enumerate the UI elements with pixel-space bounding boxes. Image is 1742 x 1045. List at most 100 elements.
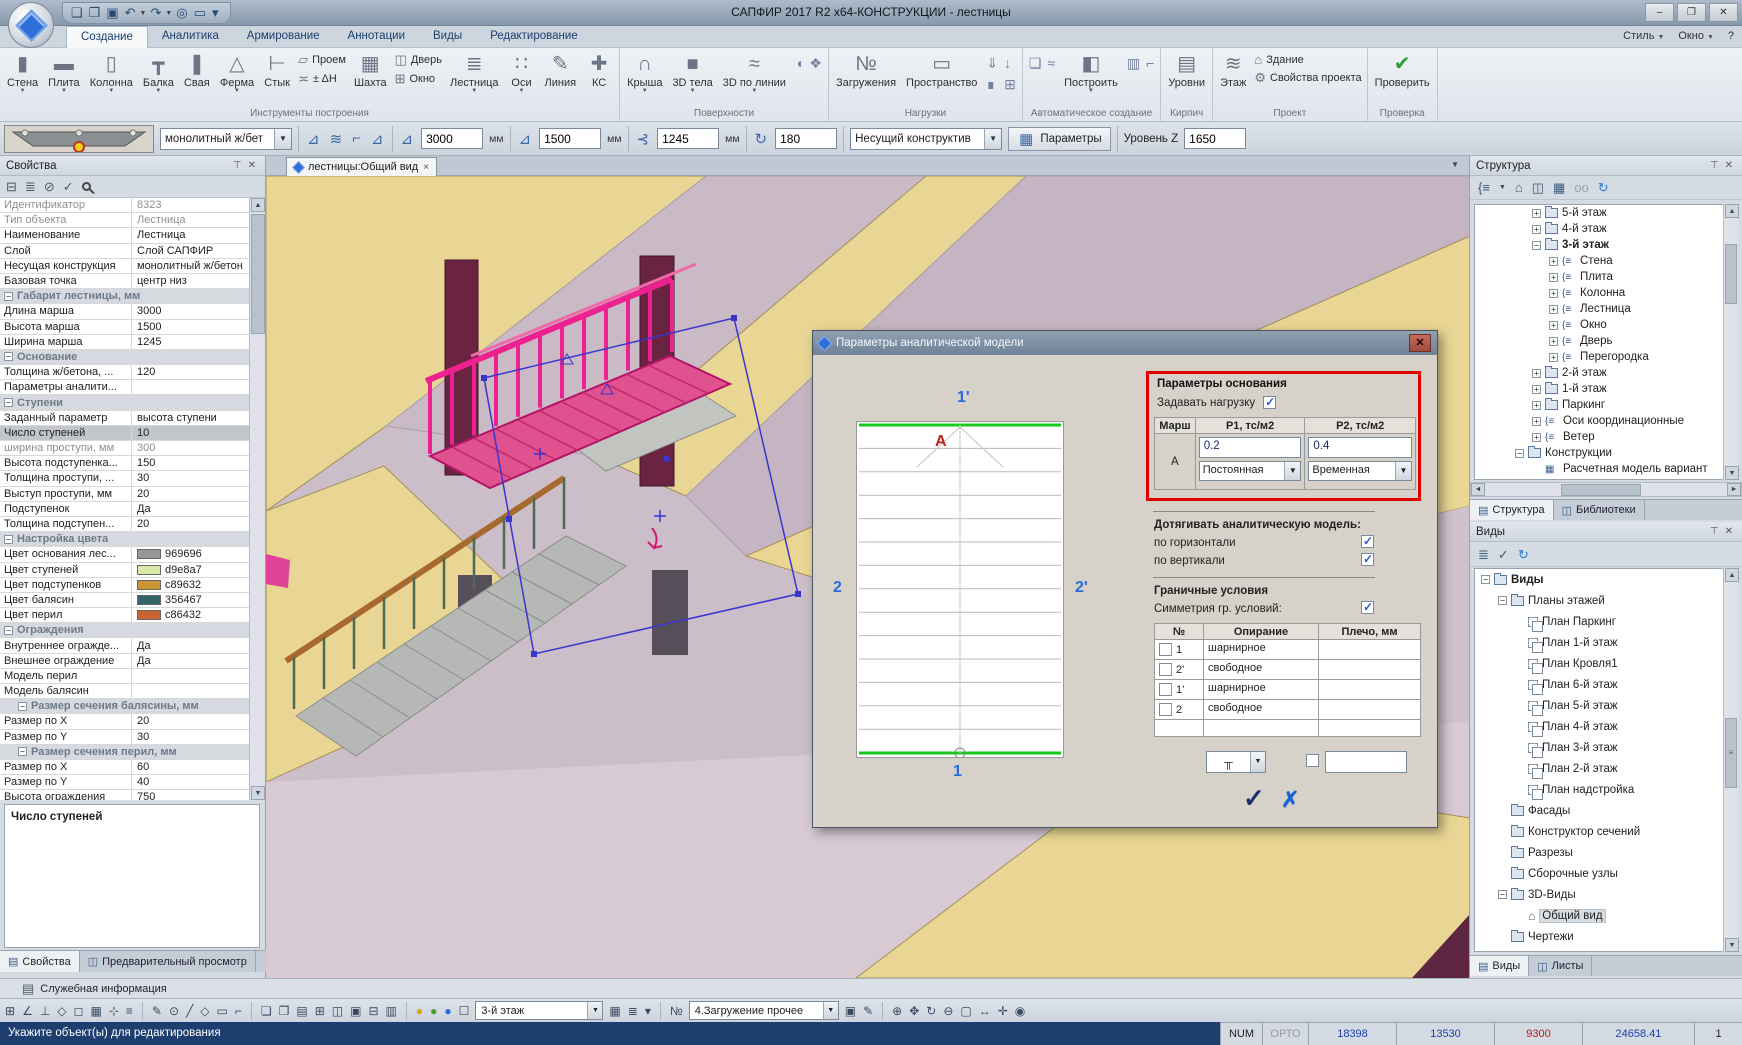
p1-type-dropdown[interactable]: Постоянная▼ <box>1199 461 1302 481</box>
property-row[interactable]: Базовая точкацентр низ <box>0 274 250 289</box>
tree-item-Сборочные узлы[interactable]: Сборочные узлы <box>1475 863 1723 884</box>
mode-icon[interactable]: ◫ <box>331 1004 344 1018</box>
support-cell[interactable]: шарнирное <box>1204 680 1319 699</box>
tab-Структура[interactable]: ▤Структура <box>1470 500 1554 520</box>
support-type-dropdown[interactable]: ╥ ▼ <box>1206 751 1266 773</box>
tool-icon[interactable]: ❖ <box>809 55 822 72</box>
viewport-tab[interactable]: лестницы:Общий вид × <box>286 157 437 176</box>
draw-icon[interactable]: ◇ <box>199 1004 210 1018</box>
tab-Виды[interactable]: Виды <box>419 26 476 48</box>
ok-button[interactable]: ✓ <box>1243 783 1265 814</box>
close-button[interactable]: ✕ <box>1709 3 1738 22</box>
property-group[interactable]: −Размер сечения балясины, мм <box>0 699 250 714</box>
tree-item-Конструктор сечений[interactable]: Конструктор сечений <box>1475 821 1723 842</box>
ribbon-button-3D по линии[interactable]: ≈3D по линии▼ <box>719 49 790 97</box>
tab-Библиотеки[interactable]: ◫Библиотеки <box>1554 500 1645 520</box>
property-row[interactable]: Ширина марша1245 <box>0 335 250 350</box>
tool-icon[interactable]: ↓ <box>1004 55 1016 72</box>
property-group[interactable]: −Ступени <box>0 395 250 410</box>
add-grid-icon[interactable]: ▦ <box>1553 180 1565 196</box>
load-case-dropdown[interactable]: 4.Загружение прочее▼ <box>689 1001 839 1020</box>
stretch-v-checkbox[interactable] <box>1361 553 1374 566</box>
ribbon-button-Пространство[interactable]: ▭Пространство <box>902 49 981 91</box>
show-modified-icon[interactable]: ⊘ <box>44 179 55 195</box>
property-row[interactable]: Модель перил <box>0 669 250 684</box>
ribbon-button-± ΔН[interactable]: ≍± ΔН <box>298 71 346 87</box>
mode-icon[interactable]: ⊟ <box>367 1004 379 1018</box>
tree-item-Ветер[interactable]: +{≡Ветер <box>1475 429 1723 445</box>
window-menu[interactable]: Окно▼ <box>1678 30 1714 42</box>
tree-item-Окно[interactable]: +{≡Окно <box>1475 317 1723 333</box>
property-group[interactable]: −Основание <box>0 350 250 365</box>
edit-icon[interactable]: ▣ <box>844 1004 857 1018</box>
tab-Аннотации[interactable]: Аннотации <box>334 26 419 48</box>
draw-icon[interactable]: ╱ <box>185 1004 194 1018</box>
tree-item-План 2-й этаж[interactable]: План 2-й этаж <box>1475 758 1723 779</box>
tree-item-План Паркинг[interactable]: План Паркинг <box>1475 611 1723 632</box>
ribbon-button-Стена[interactable]: ▮Стена▼ <box>3 49 42 97</box>
tree-item-3-й этаж[interactable]: −3-й этаж <box>1475 237 1723 253</box>
maximize-button[interactable]: ❐ <box>1677 3 1706 22</box>
row-checkbox[interactable] <box>1159 683 1172 696</box>
ribbon-button-Балка[interactable]: ┳Балка▼ <box>139 49 178 97</box>
tree-item-1-й этаж[interactable]: +1-й этаж <box>1475 381 1723 397</box>
tree-item-Перегородка[interactable]: +{≡Перегородка <box>1475 349 1723 365</box>
snap-icon[interactable]: ⊞ <box>4 1004 16 1018</box>
ribbon-button-Проверить[interactable]: ✔Проверить <box>1371 49 1434 91</box>
tree-item-План 1-й этаж[interactable]: План 1-й этаж <box>1475 632 1723 653</box>
draw-icon[interactable]: ✎ <box>151 1004 163 1018</box>
ribbon-button-Свая[interactable]: ❚Свая <box>180 49 214 91</box>
mode-icon[interactable]: ▣ <box>349 1004 362 1018</box>
property-row[interactable]: НаименованиеЛестница <box>0 228 250 243</box>
close-panel-icon[interactable]: ✕ <box>1722 160 1736 171</box>
tree-item-Конструкции[interactable]: −Конструкции <box>1475 445 1723 461</box>
march-length-input[interactable] <box>421 128 483 149</box>
close-view-icon[interactable]: × <box>423 162 429 173</box>
tree-item-План надстройка[interactable]: План надстройка <box>1475 779 1723 800</box>
stretch-h-checkbox[interactable] <box>1361 535 1374 548</box>
lamp-icon[interactable]: ● <box>429 1004 438 1018</box>
property-row[interactable]: СлойСлой САПФИР <box>0 244 250 259</box>
tab-Свойства[interactable]: ▤Свойства <box>0 951 80 972</box>
tree-item-Расчетная модель вариант[interactable]: ▦Расчетная модель вариант <box>1475 461 1723 477</box>
view-icon[interactable]: ▾ <box>644 1004 652 1018</box>
property-row[interactable]: ПодступенокДа <box>0 502 250 517</box>
nav-icon[interactable]: ◉ <box>1014 1004 1026 1018</box>
property-row[interactable]: Тип объектаЛестница <box>0 213 250 228</box>
property-row[interactable]: Выступ проступи, мм20 <box>0 487 250 502</box>
tool-icon[interactable]: ⌐ <box>1146 55 1154 72</box>
view-icon[interactable]: ≣ <box>627 1004 639 1018</box>
property-group[interactable]: −Габарит лестницы, мм <box>0 289 250 304</box>
property-row[interactable]: Цвет перилc86432 <box>0 608 250 623</box>
tree-item-Чертежи[interactable]: Чертежи <box>1475 926 1723 947</box>
mode-icon[interactable]: ▥ <box>385 1004 398 1018</box>
support-cell[interactable]: свободное <box>1204 700 1319 719</box>
property-row[interactable]: Толщина проступи, ...30 <box>0 471 250 486</box>
property-row[interactable]: Длина марша3000 <box>0 304 250 319</box>
tree-item-2-й этаж[interactable]: +2-й этаж <box>1475 365 1723 381</box>
row-checkbox[interactable] <box>1159 703 1172 716</box>
tab-Листы[interactable]: ◫Листы <box>1529 956 1592 976</box>
support-cell[interactable]: шарнирное <box>1204 640 1319 659</box>
dialog-titlebar[interactable]: Параметры аналитической модели ✕ <box>813 331 1437 355</box>
p2-type-dropdown[interactable]: Временная▼ <box>1308 461 1412 481</box>
ribbon-button-Оси[interactable]: ∷Оси▼ <box>505 49 539 97</box>
draw-icon[interactable]: ⌐ <box>234 1004 243 1018</box>
lamp-icon[interactable]: ● <box>443 1004 452 1018</box>
ribbon-button-Плита[interactable]: ▬Плита▼ <box>44 49 84 97</box>
tree-item-Оси координационные[interactable]: +{≡Оси координационные <box>1475 413 1723 429</box>
arm-checkbox[interactable] <box>1306 754 1319 767</box>
property-row[interactable]: Несущая конструкциямонолитный ж/бетон <box>0 259 250 274</box>
property-row[interactable]: Высота ограждения750 <box>0 790 250 800</box>
stair-preview-widget[interactable] <box>4 125 154 153</box>
stair-mode-icon[interactable]: ⊿ <box>305 130 322 148</box>
tool-icon[interactable]: ⊞ <box>1004 76 1016 93</box>
tab-Виды[interactable]: ▤Виды <box>1470 956 1529 976</box>
property-row[interactable]: Цвет подступенковc89632 <box>0 578 250 593</box>
property-row[interactable]: Размер по Y40 <box>0 775 250 790</box>
snap-icon[interactable]: ⊹ <box>108 1004 120 1018</box>
nav-icon[interactable]: ✥ <box>908 1004 920 1018</box>
property-row[interactable]: Размер по Y30 <box>0 730 250 745</box>
nav-icon[interactable]: ⊕ <box>891 1004 903 1018</box>
pin-icon[interactable]: ⊤ <box>1707 160 1722 171</box>
